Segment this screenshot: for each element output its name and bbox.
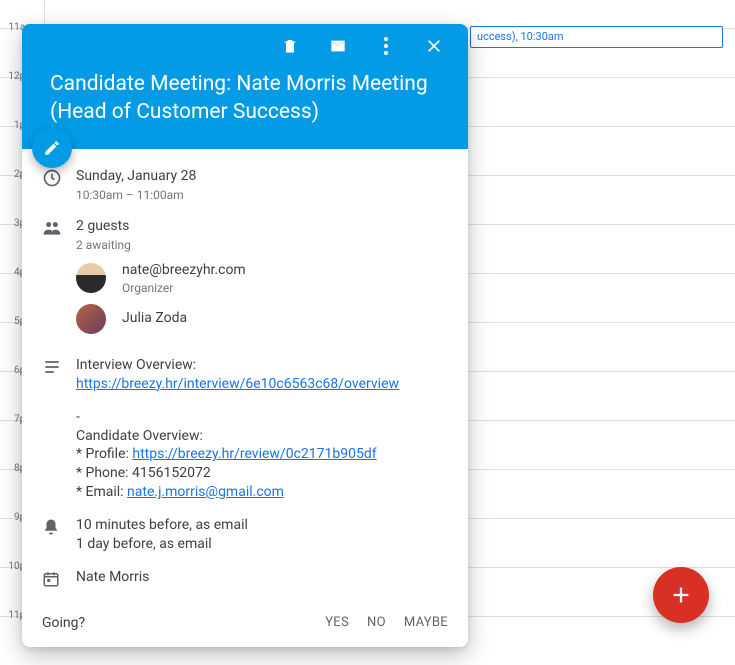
- desc-email-label: * Email:: [76, 484, 127, 500]
- desc-dash: -: [76, 408, 448, 427]
- event-title: Candidate Meeting: Nate Morris Meeting (…: [50, 70, 448, 127]
- event-date: Sunday, January 28: [76, 167, 448, 186]
- reminder-line-1: 10 minutes before, as email: [76, 516, 448, 535]
- delete-icon[interactable]: [280, 36, 300, 56]
- bell-icon: [42, 516, 76, 537]
- guest-name: nate@breezyhr.com: [122, 261, 246, 280]
- rsvp-prompt: Going?: [42, 615, 85, 631]
- desc-profile-link[interactable]: https://breezy.hr/review/0c2171b905df: [132, 446, 376, 462]
- guest-count: 2 guests: [76, 217, 448, 236]
- reminder-line-2: 1 day before, as email: [76, 535, 448, 554]
- guest-row[interactable]: Julia Zoda: [76, 304, 448, 334]
- desc-interview-link[interactable]: https://breezy.hr/interview/6e10c6563c68…: [76, 376, 399, 392]
- event-details-header: Candidate Meeting: Nate Morris Meeting (…: [22, 24, 468, 149]
- rsvp-maybe-button[interactable]: MAYBE: [404, 615, 448, 630]
- desc-interview-label: Interview Overview:: [76, 356, 448, 375]
- calendar-name: Nate Morris: [76, 568, 448, 587]
- description-icon: [42, 356, 76, 377]
- event-details-card: Candidate Meeting: Nate Morris Meeting (…: [22, 24, 468, 647]
- avatar: [76, 263, 106, 293]
- close-icon[interactable]: [424, 36, 444, 56]
- edit-event-button[interactable]: [32, 128, 72, 168]
- guest-name: Julia Zoda: [122, 309, 187, 328]
- desc-email-link[interactable]: nate.j.morris@gmail.com: [127, 484, 284, 500]
- desc-candidate-label: Candidate Overview:: [76, 427, 448, 446]
- guest-awaiting: 2 awaiting: [76, 237, 448, 253]
- guest-row[interactable]: nate@breezyhr.com Organizer: [76, 261, 448, 296]
- clock-icon: [42, 167, 76, 188]
- email-icon[interactable]: [328, 36, 348, 56]
- rsvp-no-button[interactable]: NO: [367, 615, 386, 630]
- people-icon: [42, 217, 76, 238]
- calendar-event-chip[interactable]: uccess), 10:30am: [470, 26, 723, 48]
- avatar: [76, 304, 106, 334]
- desc-phone: * Phone: 4156152072: [76, 464, 448, 483]
- calendar-icon: [42, 568, 76, 589]
- event-time: 10:30am – 11:00am: [76, 187, 448, 203]
- guest-role: Organizer: [122, 280, 246, 296]
- event-chip-time: 10:30am: [521, 30, 564, 43]
- create-event-button[interactable]: [653, 567, 709, 623]
- desc-profile-label: * Profile:: [76, 446, 132, 462]
- rsvp-yes-button[interactable]: YES: [325, 615, 349, 630]
- event-chip-title: uccess),: [477, 30, 518, 43]
- more-options-icon[interactable]: [376, 36, 396, 56]
